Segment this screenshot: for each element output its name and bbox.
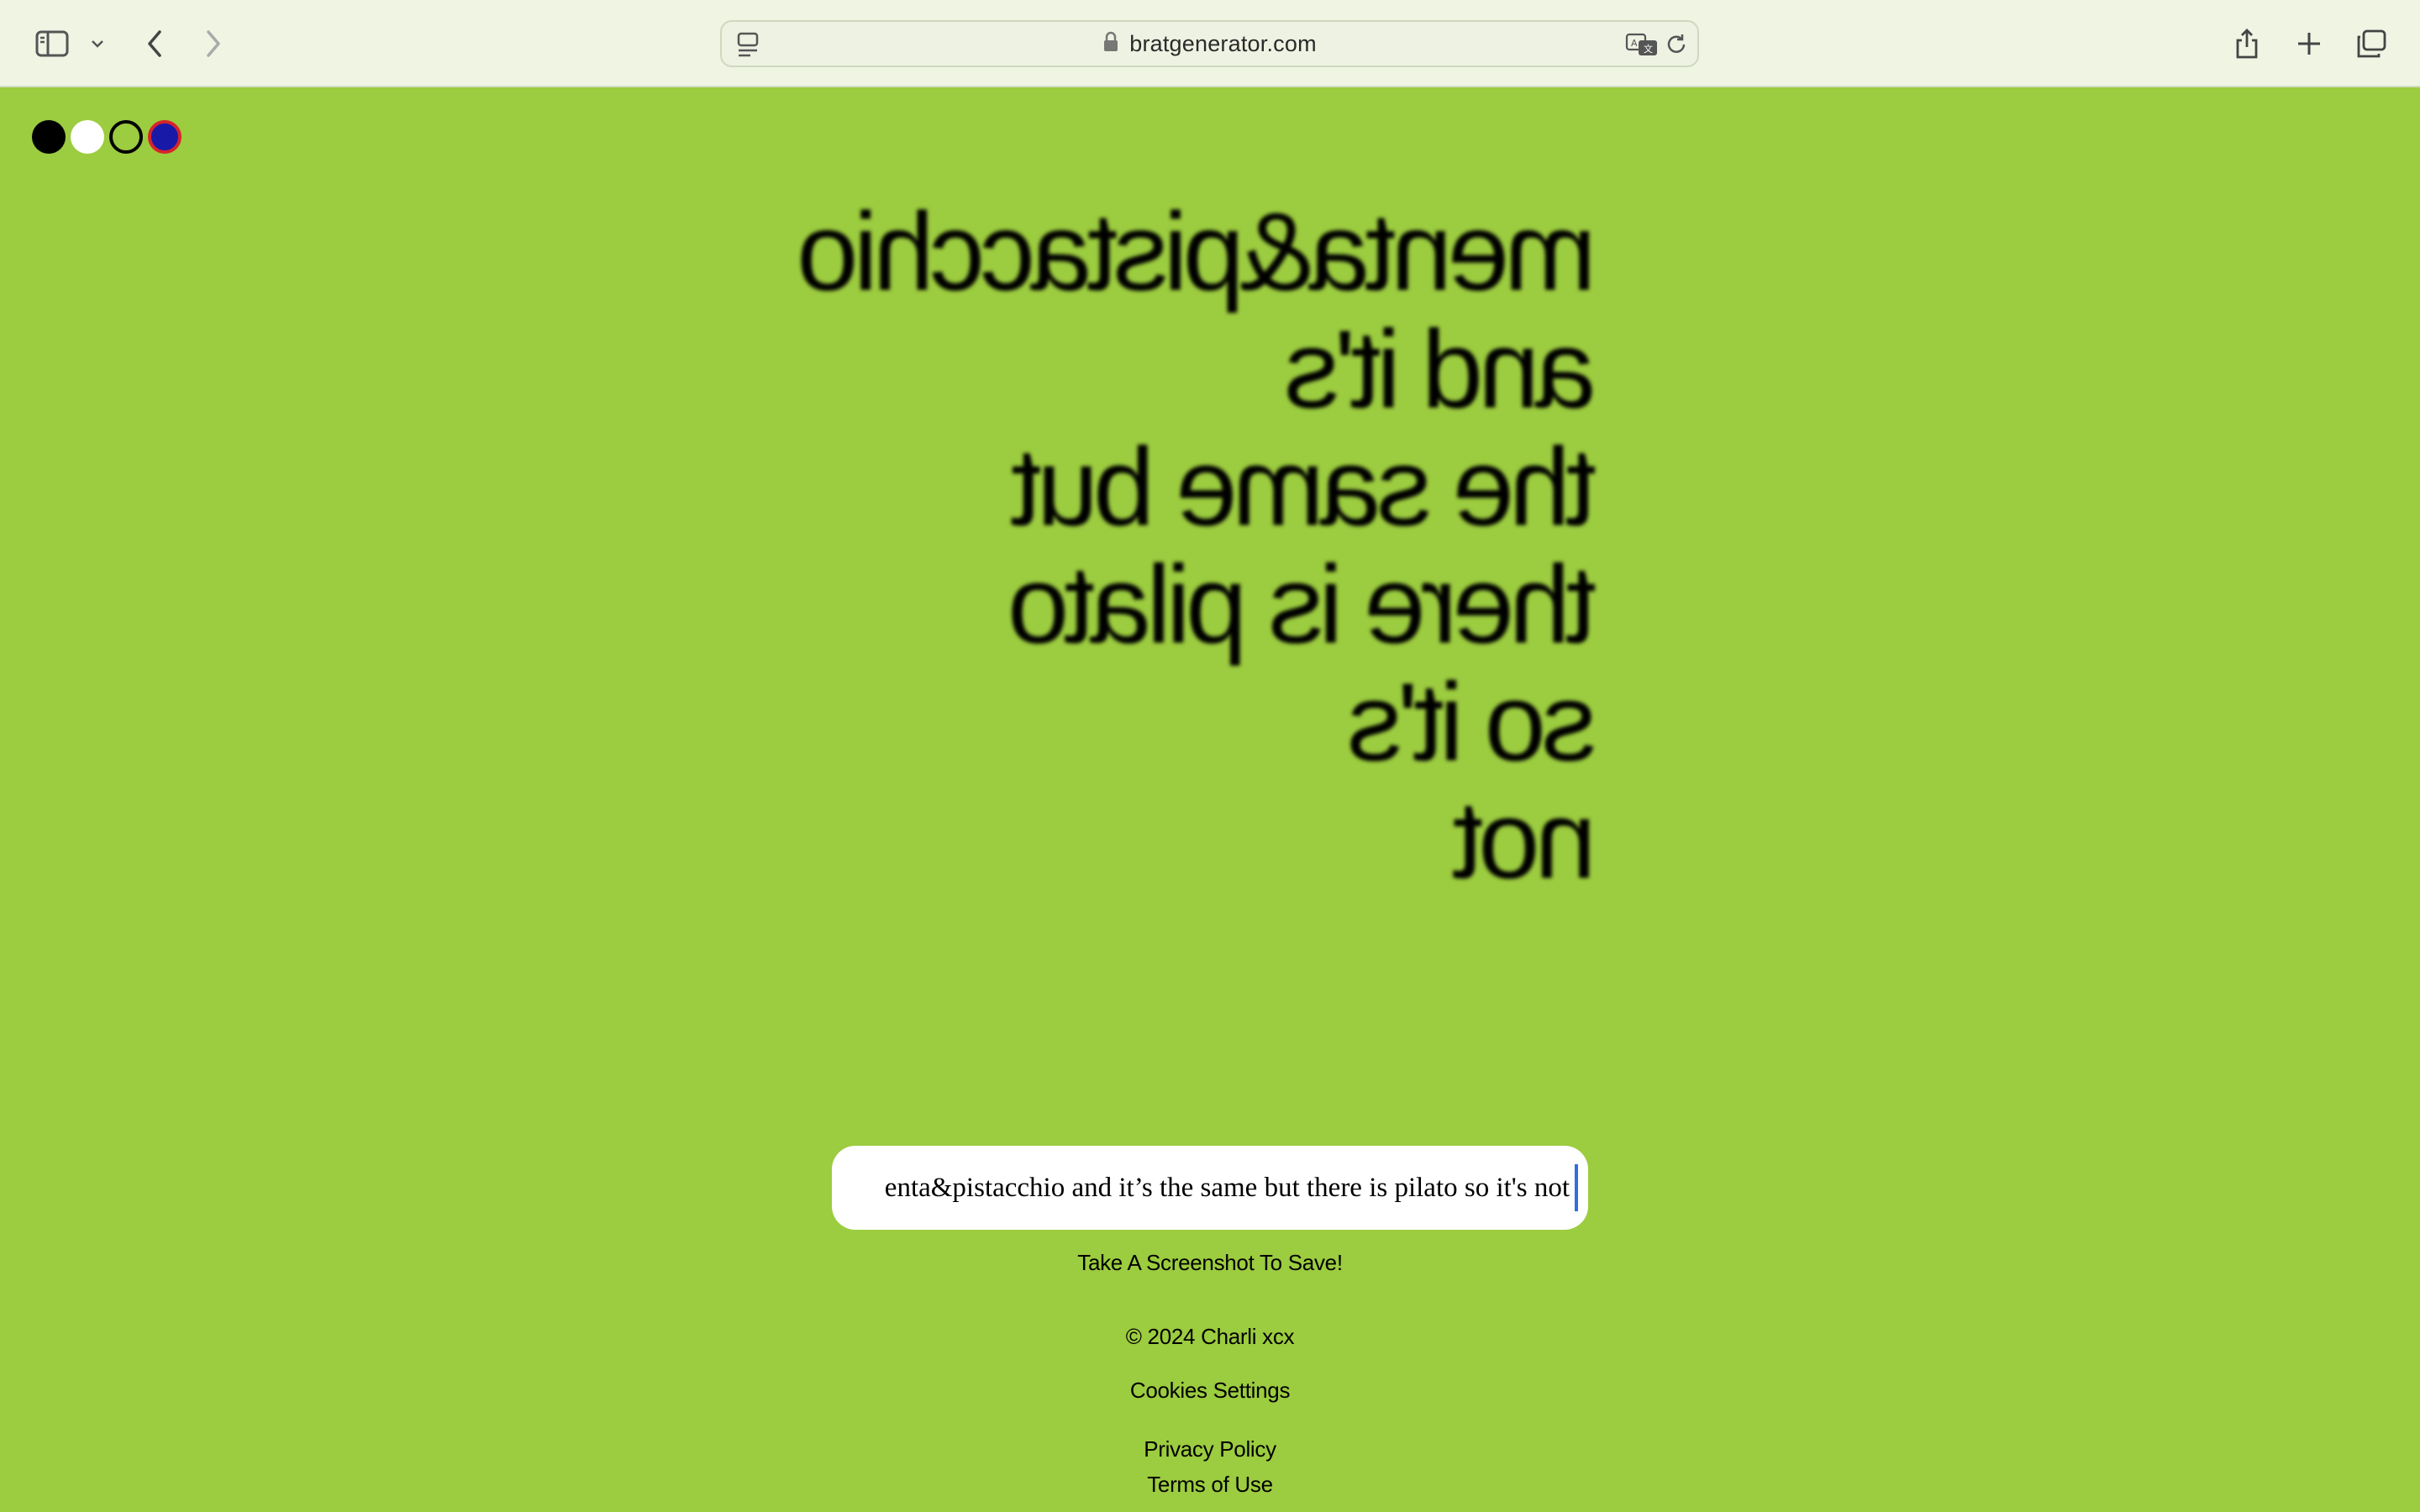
forward-arrow-icon[interactable]: [188, 18, 239, 69]
swatch-outline-button[interactable]: [109, 120, 143, 154]
browser-toolbar: bratgenerator.com A 文: [0, 0, 2420, 87]
brat-line: the same but: [1015, 425, 1597, 549]
cookies-settings-link[interactable]: Cookies Settings: [0, 1378, 2420, 1404]
tab-overview-icon[interactable]: [2346, 18, 2396, 69]
brat-line: there is pilato: [1012, 543, 1597, 666]
swatch-white-button[interactable]: [71, 120, 104, 154]
text-caret: [1575, 1164, 1578, 1211]
url-text: bratgenerator.com: [1129, 30, 1317, 56]
svg-text:文: 文: [1644, 43, 1653, 55]
reload-icon[interactable]: [1664, 32, 1689, 61]
privacy-policy-link[interactable]: Privacy Policy: [0, 1436, 2420, 1462]
copyright: © 2024 Charli xcx: [1125, 1324, 1295, 1349]
back-arrow-icon[interactable]: [129, 18, 180, 69]
swatch-blue-button[interactable]: [148, 120, 182, 154]
translate-icon[interactable]: A 文: [1625, 32, 1659, 61]
color-swatches: [32, 120, 182, 154]
terms-of-use-link[interactable]: Terms of Use: [0, 1472, 2420, 1498]
save-hint: Take A Screenshot To Save!: [1077, 1250, 1343, 1275]
brat-line: and it's: [1288, 307, 1597, 431]
svg-text:A: A: [1631, 38, 1638, 49]
lock-icon: [1102, 31, 1119, 57]
brat-line: not: [1457, 778, 1597, 901]
brat-line: menta&pistacchio: [802, 190, 1597, 313]
brat-line: so it's: [1351, 660, 1597, 784]
brat-text-input[interactable]: enta&pistacchio and it’s the same but th…: [832, 1146, 1588, 1230]
chevron-down-icon[interactable]: [72, 18, 123, 69]
share-icon[interactable]: [2222, 18, 2272, 69]
swatch-black-button[interactable]: [32, 120, 66, 154]
address-bar[interactable]: bratgenerator.com A 文: [720, 20, 1699, 67]
input-value[interactable]: enta&pistacchio and it’s the same but th…: [885, 1173, 1570, 1204]
plus-icon[interactable]: [2284, 18, 2334, 69]
sidebar-icon[interactable]: [27, 18, 77, 69]
brat-preview-text: menta&pistacchio and it's the same but t…: [802, 190, 1597, 901]
